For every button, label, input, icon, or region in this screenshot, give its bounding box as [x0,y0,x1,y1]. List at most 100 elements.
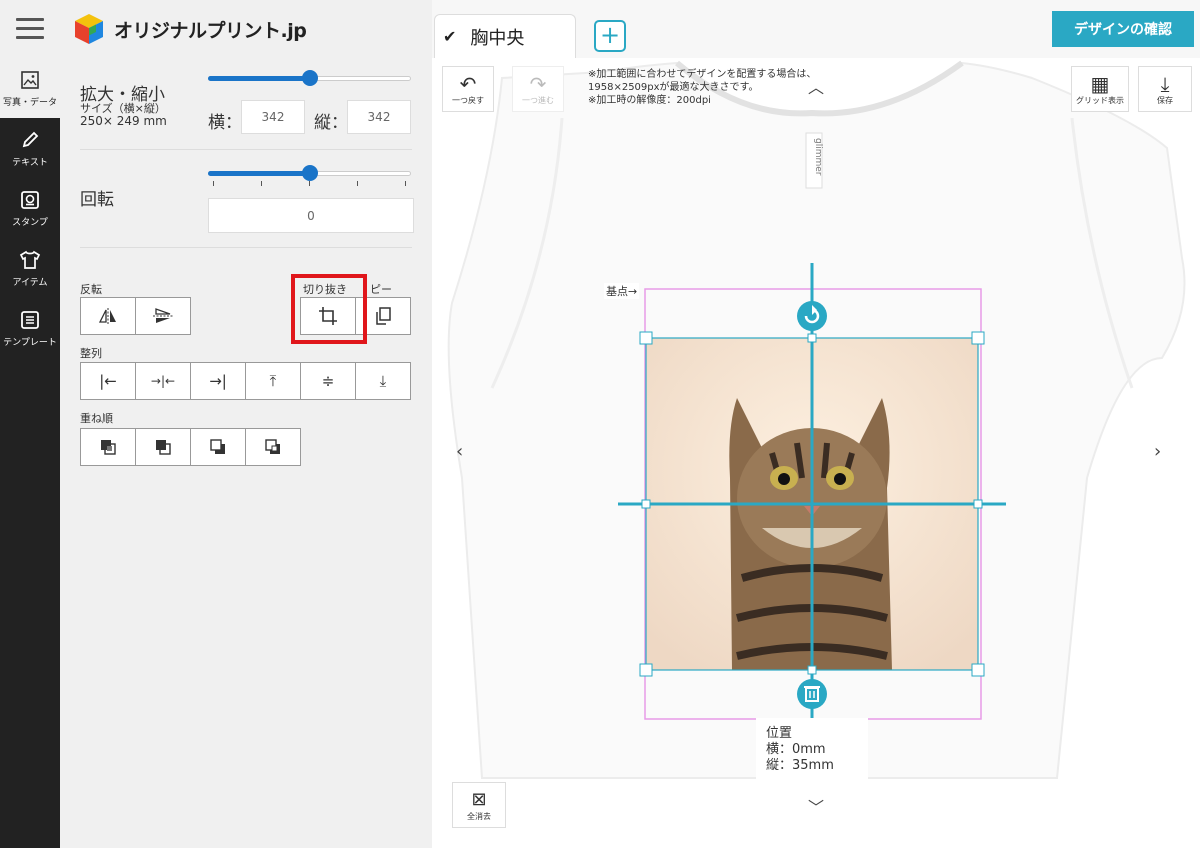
flip-vertical-icon [153,308,173,323]
align-buttons: |← →|← →| ⤒ ≑ ⤓ [80,362,411,400]
flip-buttons [80,297,191,335]
copy-icon [376,307,391,325]
flip-horizontal-icon [98,308,116,324]
divider [80,149,412,150]
tab-chest-center[interactable]: ✔ 胸中央 [434,14,576,58]
rail-item-item[interactable]: アイテム [0,238,60,298]
order-label: 重ね順 [80,412,113,425]
rotate-ticks [208,181,411,187]
clear-icon: ⊠ [471,788,487,810]
undo-button[interactable]: ↶ 一つ戻す [442,66,494,112]
align-label: 整列 [80,347,102,360]
flip-vertical-button[interactable] [135,297,191,335]
confirm-design-button[interactable]: デザインの確認 [1052,11,1194,47]
tool-rail: 写真・データ テキスト スタンプ アイテム テンプレート [0,58,60,848]
rail-label-photo: 写真・データ [2,97,57,108]
download-icon: ⤓ [1160,71,1170,96]
rail-item-stamp[interactable]: スタンプ [0,178,60,238]
position-readout: 位置 横：0mm 縦：35mm [756,718,868,780]
tab-label: 胸中央 [470,27,525,49]
rail-item-photo[interactable]: 写真・データ [0,58,60,118]
chevron-left-icon[interactable]: ‹ [456,441,463,462]
width-input[interactable]: 342 [241,100,305,134]
send-back-button[interactable] [245,428,301,466]
align-center-v-button[interactable]: ≑ [300,362,356,400]
rail-label-item: アイテム [12,277,48,288]
base-point-label: 基点→ [604,283,640,299]
rotate-handle-icon[interactable] [797,301,827,331]
rail-label-stamp: スタンプ [12,217,48,228]
menu-icon[interactable] [16,18,44,40]
scale-slider-fill [208,76,310,81]
settings-panel: 拡大・縮小 サイズ（横×縦） 250× 249 mm 横： 342 縦： 342… [60,58,432,848]
logo-cube-icon [75,14,103,44]
divider [80,247,412,248]
align-left-button[interactable]: |← [80,362,136,400]
align-bottom-icon: ⤓ [379,372,387,390]
align-right-button[interactable]: →| [190,362,246,400]
clear-label: 全消去 [467,811,491,821]
bring-front-button[interactable] [80,428,136,466]
grid-label: グリッド表示 [1076,95,1124,105]
rotate-slider-knob[interactable] [302,165,318,181]
align-top-icon: ⤒ [269,372,277,390]
position-y: 縦：35mm [766,758,834,773]
stamp-icon [19,189,41,211]
undo-label: 一つ戻す [452,95,484,105]
chevron-down-icon[interactable]: ﹀ [808,794,824,818]
height-input[interactable]: 342 [347,100,411,134]
rail-label-text: テキスト [12,157,48,168]
position-title: 位置 [766,726,793,741]
bring-forward-button[interactable] [135,428,191,466]
align-bottom-button[interactable]: ⤓ [355,362,411,400]
bring-front-icon [101,440,116,455]
info-line: ※加工時の解像度：200dpi [588,95,711,106]
bring-forward-icon [156,440,171,455]
send-backward-button[interactable] [190,428,246,466]
chevron-right-icon[interactable]: › [1154,441,1161,462]
flip-label: 反転 [80,283,102,296]
width-label: 横： [208,113,242,133]
undo-icon: ↶ [459,71,477,96]
align-center-v-icon: ≑ [321,372,335,390]
send-back-icon [265,439,280,454]
scale-slider-knob[interactable] [302,70,318,86]
align-center-h-button[interactable]: →|← [135,362,191,400]
redo-button[interactable]: ↷ 一つ進む [512,66,564,112]
rail-item-text[interactable]: テキスト [0,118,60,178]
align-right-icon: →| [209,372,227,390]
grid-icon: ▦ [1090,71,1110,96]
flip-horizontal-button[interactable] [80,297,136,335]
rail-label-template: テンプレート [3,337,57,348]
position-x: 横：0mm [766,742,826,757]
brand-tag-text: glimmer [813,138,823,176]
save-button[interactable]: ⤓ 保存 [1138,66,1192,112]
save-label: 保存 [1157,95,1173,105]
order-buttons [80,428,301,466]
check-icon: ✔ [443,27,457,46]
rail-item-template[interactable]: テンプレート [0,298,60,358]
rotate-slider[interactable] [208,165,411,181]
align-top-button[interactable]: ⤒ [245,362,301,400]
rotate-input[interactable]: 0 [208,198,414,233]
print-info: ※加工範囲に合わせてデザインを配置する場合は、 1958×2509pxが最適な大… [588,68,816,107]
app-header: オリジナルプリント.jp [0,0,432,58]
height-label: 縦： [314,113,348,133]
info-line: ※加工範囲に合わせてデザインを配置する場合は、 [588,69,817,80]
redo-icon: ↷ [529,71,547,96]
logo-text: オリジナルプリント.jp [114,19,307,42]
add-tab-button[interactable]: + [594,20,626,52]
tshirt-icon [19,249,41,271]
grid-toggle-button[interactable]: ▦ グリッド表示 [1071,66,1129,112]
copy-label: ピー [370,283,392,296]
info-line: 1958×2509pxが最適な大きさです。 [588,82,759,93]
scale-slider[interactable] [208,70,411,86]
clear-all-button[interactable]: ⊠ 全消去 [452,782,506,828]
image-icon [19,69,41,91]
logo[interactable]: オリジナルプリント.jp [72,12,307,46]
align-center-h-icon: →|← [150,374,176,388]
align-left-icon: |← [99,372,117,390]
crop-highlight [291,274,367,344]
rotate-slider-fill [208,171,310,176]
delete-handle-icon[interactable] [797,679,827,709]
